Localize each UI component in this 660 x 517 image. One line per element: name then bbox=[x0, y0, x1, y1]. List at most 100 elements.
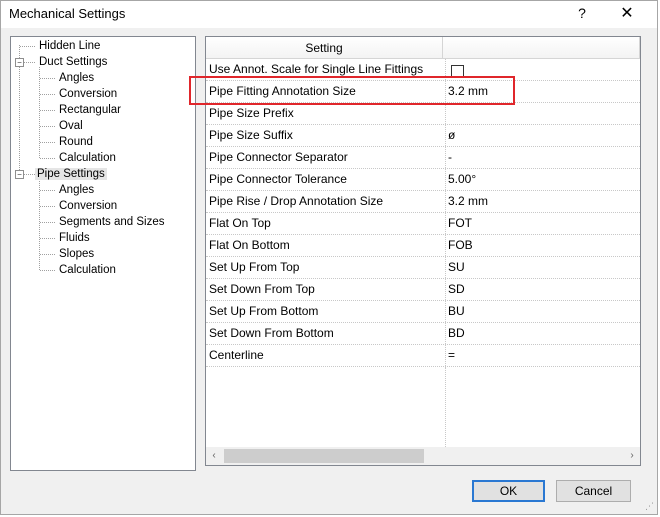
tree-item-hidden-line[interactable]: Hidden Line bbox=[37, 38, 102, 54]
table-row[interactable]: Centerline = bbox=[206, 345, 640, 367]
tree-connector bbox=[40, 254, 55, 255]
setting-name-cell: Flat On Bottom bbox=[209, 238, 290, 252]
table-row[interactable]: Set Up From Top SU bbox=[206, 257, 640, 279]
setting-name-cell: Set Down From Top bbox=[209, 282, 315, 296]
setting-name-cell: Pipe Fitting Annotation Size bbox=[209, 84, 356, 98]
collapse-pipe-settings-icon[interactable]: − bbox=[15, 170, 24, 179]
setting-value-cell[interactable]: BU bbox=[445, 301, 640, 322]
setting-value-cell[interactable] bbox=[445, 59, 640, 80]
setting-name-cell: Flat On Top bbox=[209, 216, 271, 230]
tree-item-label: Hidden Line bbox=[39, 40, 101, 52]
table-row[interactable]: Pipe Rise / Drop Annotation Size 3.2 mm bbox=[206, 191, 640, 213]
tree-item-label: Calculation bbox=[59, 152, 116, 164]
setting-value-cell[interactable]: FOT bbox=[445, 213, 640, 234]
ok-button[interactable]: OK bbox=[472, 480, 545, 502]
settings-tree: Hidden Line − Duct Settings Angles Conve… bbox=[10, 36, 196, 471]
tree-item-label: Calculation bbox=[59, 264, 116, 276]
setting-name-cell: Pipe Size Suffix bbox=[209, 128, 293, 142]
tree-item-duct-angles[interactable]: Angles bbox=[57, 70, 96, 86]
tree-item-duct-rectangular[interactable]: Rectangular bbox=[57, 102, 123, 118]
settings-grid: Setting Use Annot. Scale for Single Line… bbox=[205, 36, 641, 466]
tree-item-pipe-settings[interactable]: Pipe Settings bbox=[35, 166, 107, 182]
tree-connector bbox=[40, 206, 55, 207]
setting-name-cell: Set Up From Bottom bbox=[209, 304, 319, 318]
use-annot-scale-checkbox[interactable] bbox=[451, 65, 464, 79]
grid-header: Setting bbox=[206, 37, 640, 59]
tree-item-slopes[interactable]: Slopes bbox=[57, 246, 96, 262]
tree-item-label: Angles bbox=[59, 72, 95, 84]
setting-value-cell[interactable]: 3.2 mm bbox=[445, 191, 640, 212]
tree-item-label: Duct Settings bbox=[39, 56, 108, 68]
column-header-value[interactable] bbox=[443, 37, 640, 59]
tree-item-label: Fluids bbox=[59, 232, 90, 244]
scroll-right-icon[interactable]: › bbox=[624, 447, 640, 465]
setting-name-cell: Pipe Connector Tolerance bbox=[209, 172, 347, 186]
tree-connector bbox=[40, 238, 55, 239]
horizontal-scrollbar[interactable]: ‹ › bbox=[206, 447, 640, 465]
tree-item-duct-calculation[interactable]: Calculation bbox=[57, 150, 118, 166]
scrollbar-thumb[interactable] bbox=[224, 449, 424, 463]
tree-item-duct-settings[interactable]: Duct Settings bbox=[37, 54, 109, 70]
tree-item-label: Conversion bbox=[59, 200, 118, 212]
tree-connector bbox=[40, 270, 55, 271]
setting-value-cell[interactable]: SU bbox=[445, 257, 640, 278]
grid-rows: Use Annot. Scale for Single Line Fitting… bbox=[206, 59, 640, 367]
tree-connector bbox=[39, 179, 40, 270]
column-divider bbox=[445, 367, 446, 447]
help-button[interactable]: ? bbox=[567, 1, 597, 28]
setting-value-cell[interactable]: 5.00° bbox=[445, 169, 640, 190]
setting-value-cell[interactable]: FOB bbox=[445, 235, 640, 256]
column-header-setting[interactable]: Setting bbox=[206, 37, 443, 59]
table-row[interactable]: Flat On Bottom FOB bbox=[206, 235, 640, 257]
table-row[interactable]: Set Down From Bottom BD bbox=[206, 323, 640, 345]
tree-connector bbox=[40, 110, 55, 111]
table-row[interactable]: Pipe Connector Tolerance 5.00° bbox=[206, 169, 640, 191]
tree-connector bbox=[40, 126, 55, 127]
setting-value-cell[interactable]: SD bbox=[445, 279, 640, 300]
table-row[interactable]: Flat On Top FOT bbox=[206, 213, 640, 235]
setting-value-cell[interactable]: = bbox=[445, 345, 640, 366]
tree-item-label: Conversion bbox=[59, 88, 118, 100]
table-row[interactable]: Pipe Connector Separator - bbox=[206, 147, 640, 169]
setting-value-cell[interactable]: ø bbox=[445, 125, 640, 146]
tree-item-duct-oval[interactable]: Oval bbox=[57, 118, 85, 134]
setting-value-cell[interactable]: 3.2 mm bbox=[445, 81, 640, 102]
setting-name-cell: Use Annot. Scale for Single Line Fitting… bbox=[209, 62, 424, 76]
setting-value-cell[interactable]: - bbox=[445, 147, 640, 168]
cancel-button[interactable]: Cancel bbox=[556, 480, 631, 502]
table-row[interactable]: Pipe Size Prefix bbox=[206, 103, 640, 125]
tree-item-duct-round[interactable]: Round bbox=[57, 134, 95, 150]
window-title: Mechanical Settings bbox=[9, 6, 126, 21]
table-row[interactable]: Use Annot. Scale for Single Line Fitting… bbox=[206, 59, 640, 81]
tree-connector bbox=[40, 222, 55, 223]
collapse-duct-settings-icon[interactable]: − bbox=[15, 58, 24, 67]
setting-value-cell[interactable]: BD bbox=[445, 323, 640, 344]
tree-item-label: Pipe Settings bbox=[35, 168, 107, 180]
tree-item-duct-conversion[interactable]: Conversion bbox=[57, 86, 119, 102]
tree-item-pipe-conversion[interactable]: Conversion bbox=[57, 198, 119, 214]
table-row[interactable]: Pipe Size Suffix ø bbox=[206, 125, 640, 147]
tree-item-pipe-calculation[interactable]: Calculation bbox=[57, 262, 118, 278]
setting-value-cell[interactable] bbox=[445, 103, 640, 124]
title-bar: Mechanical Settings ? ✕ bbox=[1, 1, 657, 28]
grid-body: Setting Use Annot. Scale for Single Line… bbox=[206, 37, 640, 447]
scroll-left-icon[interactable]: ‹ bbox=[206, 447, 222, 465]
tree-item-fluids[interactable]: Fluids bbox=[57, 230, 92, 246]
table-row[interactable]: Set Down From Top SD bbox=[206, 279, 640, 301]
setting-name-cell: Pipe Rise / Drop Annotation Size bbox=[209, 194, 384, 208]
tree-item-label: Round bbox=[59, 136, 93, 148]
tree-connector bbox=[20, 46, 35, 47]
tree-connector bbox=[40, 94, 55, 95]
setting-name-cell: Pipe Connector Separator bbox=[209, 150, 348, 164]
tree-item-segments-and-sizes[interactable]: Segments and Sizes bbox=[57, 214, 166, 230]
setting-name-cell: Set Down From Bottom bbox=[209, 326, 334, 340]
close-button[interactable]: ✕ bbox=[611, 1, 643, 28]
tree-connector bbox=[40, 190, 55, 191]
mechanical-settings-dialog: Mechanical Settings ? ✕ Hidden Line − Du… bbox=[0, 0, 658, 515]
table-row[interactable]: Set Up From Bottom BU bbox=[206, 301, 640, 323]
tree-connector bbox=[24, 62, 35, 63]
tree-item-pipe-angles[interactable]: Angles bbox=[57, 182, 96, 198]
table-row[interactable]: Pipe Fitting Annotation Size 3.2 mm bbox=[206, 81, 640, 103]
tree-item-label: Slopes bbox=[59, 248, 95, 260]
resize-grip-icon[interactable]: ⋰ bbox=[644, 501, 654, 511]
